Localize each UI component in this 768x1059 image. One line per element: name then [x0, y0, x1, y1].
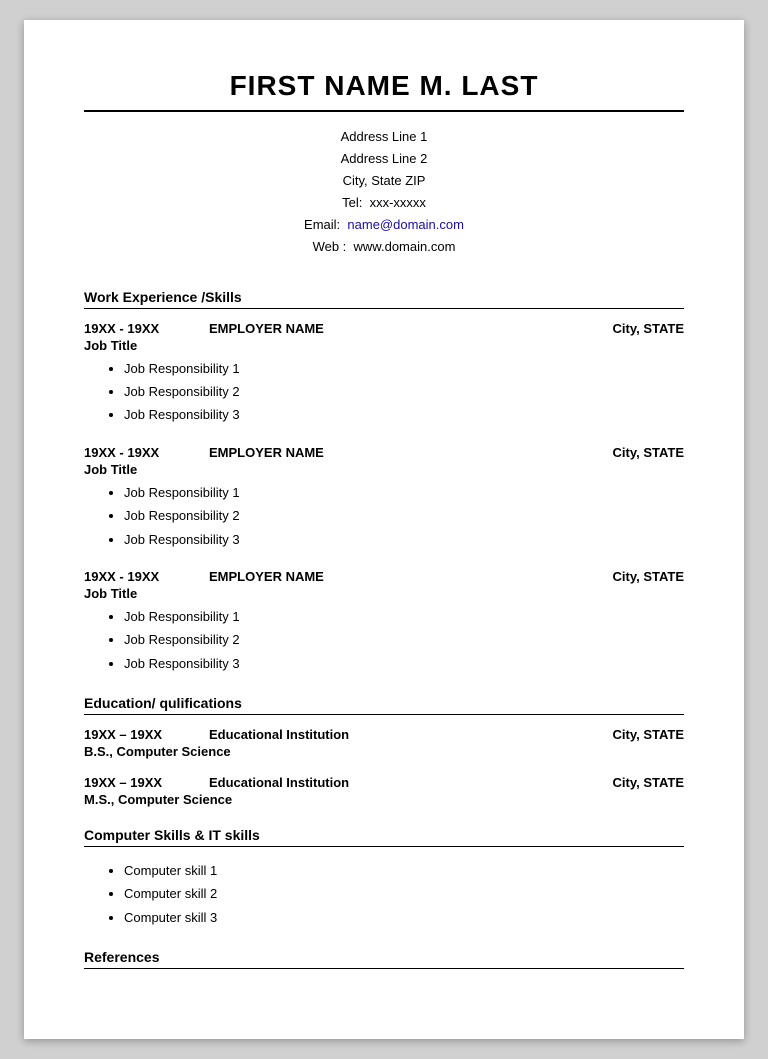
job-dates-3: 19XX - 19XX	[84, 569, 179, 584]
edu-location-2: City, STATE	[613, 775, 685, 790]
job-location-3: City, STATE	[613, 569, 685, 584]
edu-entry-1: 19XX – 19XX Educational Institution City…	[84, 727, 684, 759]
skills-list: Computer skill 1 Computer skill 2 Comput…	[84, 859, 684, 929]
edu-institution-1: Educational Institution	[209, 727, 349, 742]
computer-skills-header: Computer Skills & IT skills	[84, 827, 684, 847]
email-label: Email:	[304, 217, 340, 232]
tel-label: Tel:	[342, 195, 362, 210]
job-location-1: City, STATE	[613, 321, 685, 336]
edu-institution-2: Educational Institution	[209, 775, 349, 790]
list-item: Job Responsibility 2	[124, 380, 684, 403]
list-item: Job Responsibility 3	[124, 528, 684, 551]
job-title-1: Job Title	[84, 338, 684, 353]
responsibilities-2: Job Responsibility 1 Job Responsibility …	[84, 481, 684, 551]
web-line: Web : www.domain.com	[84, 236, 684, 258]
list-item: Job Responsibility 3	[124, 403, 684, 426]
list-item: Computer skill 1	[124, 859, 684, 882]
contact-info: Address Line 1 Address Line 2 City, Stat…	[84, 126, 684, 259]
list-item: Job Responsibility 1	[124, 481, 684, 504]
work-experience-header: Work Experience /Skills	[84, 289, 684, 309]
references-header: References	[84, 949, 684, 969]
address-line2: Address Line 2	[84, 148, 684, 170]
responsibilities-1: Job Responsibility 1 Job Responsibility …	[84, 357, 684, 427]
job-line-1: 19XX - 19XX EMPLOYER NAME City, STATE	[84, 321, 684, 336]
web-label: Web :	[313, 239, 347, 254]
tel-line: Tel: xxx-xxxxx	[84, 192, 684, 214]
list-item: Job Responsibility 3	[124, 652, 684, 675]
edu-line-2: 19XX – 19XX Educational Institution City…	[84, 775, 684, 790]
edu-entry-2: 19XX – 19XX Educational Institution City…	[84, 775, 684, 807]
job-line-2: 19XX - 19XX EMPLOYER NAME City, STATE	[84, 445, 684, 460]
computer-skills-section: Computer Skills & IT skills Computer ski…	[84, 827, 684, 929]
edu-dates-1: 19XX – 19XX	[84, 727, 179, 742]
job-dates-2: 19XX - 19XX	[84, 445, 179, 460]
employer-name-2: EMPLOYER NAME	[209, 445, 324, 460]
references-section: References	[84, 949, 684, 969]
responsibilities-3: Job Responsibility 1 Job Responsibility …	[84, 605, 684, 675]
job-entry-2: 19XX - 19XX EMPLOYER NAME City, STATE Jo…	[84, 445, 684, 551]
job-line-3: 19XX - 19XX EMPLOYER NAME City, STATE	[84, 569, 684, 584]
list-item: Job Responsibility 2	[124, 504, 684, 527]
education-section: Education/ qulifications 19XX – 19XX Edu…	[84, 695, 684, 807]
job-title-3: Job Title	[84, 586, 684, 601]
email-link[interactable]: name@domain.com	[347, 217, 464, 232]
job-entry-3: 19XX - 19XX EMPLOYER NAME City, STATE Jo…	[84, 569, 684, 675]
edu-location-1: City, STATE	[613, 727, 685, 742]
address-line1: Address Line 1	[84, 126, 684, 148]
list-item: Job Responsibility 1	[124, 605, 684, 628]
list-item: Computer skill 3	[124, 906, 684, 929]
job-title-2: Job Title	[84, 462, 684, 477]
job-entry-1: 19XX - 19XX EMPLOYER NAME City, STATE Jo…	[84, 321, 684, 427]
employer-name-3: EMPLOYER NAME	[209, 569, 324, 584]
email-line: Email: name@domain.com	[84, 214, 684, 236]
job-location-2: City, STATE	[613, 445, 685, 460]
full-name: FIRST NAME M. LAST	[84, 70, 684, 112]
edu-degree-1: B.S., Computer Science	[84, 744, 684, 759]
list-item: Job Responsibility 1	[124, 357, 684, 380]
tel-value: xxx-xxxxx	[370, 195, 426, 210]
edu-line-1: 19XX – 19XX Educational Institution City…	[84, 727, 684, 742]
list-item: Job Responsibility 2	[124, 628, 684, 651]
web-value: www.domain.com	[354, 239, 456, 254]
job-dates-1: 19XX - 19XX	[84, 321, 179, 336]
employer-name-1: EMPLOYER NAME	[209, 321, 324, 336]
edu-degree-2: M.S., Computer Science	[84, 792, 684, 807]
work-experience-section: Work Experience /Skills 19XX - 19XX EMPL…	[84, 289, 684, 676]
resume-page: FIRST NAME M. LAST Address Line 1 Addres…	[24, 20, 744, 1039]
edu-dates-2: 19XX – 19XX	[84, 775, 179, 790]
city-state-zip: City, State ZIP	[84, 170, 684, 192]
education-header: Education/ qulifications	[84, 695, 684, 715]
list-item: Computer skill 2	[124, 882, 684, 905]
